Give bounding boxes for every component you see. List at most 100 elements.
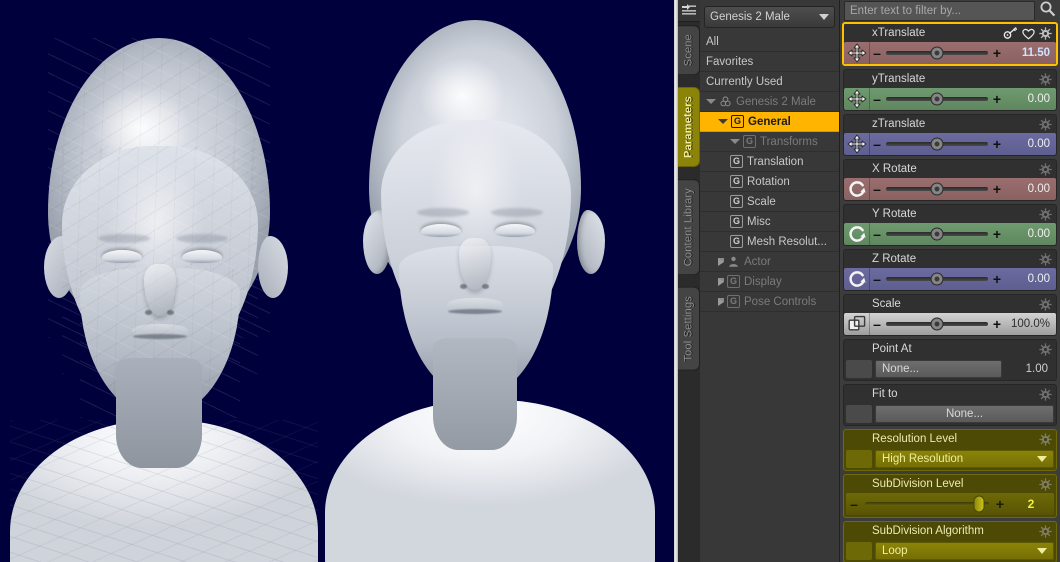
property-value[interactable]: 0.00 (1004, 228, 1056, 240)
tree-item-translation[interactable]: G Translation (700, 152, 839, 172)
slider-handle[interactable] (930, 92, 944, 106)
chevron-down-icon[interactable] (730, 139, 740, 144)
chevron-down-icon[interactable] (718, 119, 728, 124)
gear-icon[interactable] (1039, 117, 1052, 131)
property-value[interactable]: 0.00 (1004, 138, 1056, 150)
tree-item-pose-controls[interactable]: G Pose Controls (700, 292, 839, 312)
gear-icon[interactable] (1039, 524, 1052, 538)
increment-button[interactable]: + (990, 227, 1004, 241)
tree-item-actor[interactable]: Actor (700, 252, 839, 272)
increment-button[interactable]: + (990, 46, 1004, 60)
property-value[interactable]: 0.00 (1004, 183, 1056, 195)
decrement-button[interactable]: – (870, 227, 884, 241)
property-slider[interactable]: – +11.50 (844, 42, 1056, 64)
slider-track[interactable] (886, 92, 988, 106)
increment-button[interactable]: + (990, 182, 1004, 196)
point-at-selector[interactable]: None... (875, 360, 1002, 378)
chevron-right-icon[interactable] (718, 277, 724, 286)
fit-to-selector[interactable]: None... (875, 405, 1054, 423)
property-ztranslate[interactable]: zTranslate – +0.00 (843, 114, 1057, 156)
property-slider[interactable]: – +0.00 (844, 268, 1056, 290)
property-xtranslate[interactable]: xTranslate – +11.50 (842, 22, 1058, 66)
3d-viewport[interactable] (0, 0, 674, 562)
property-value[interactable]: 11.50 (1004, 47, 1056, 59)
tree-item-genesis-2-male[interactable]: Genesis 2 Male (700, 92, 839, 112)
property-ytranslate[interactable]: yTranslate – +0.00 (843, 69, 1057, 111)
property-resolution-level[interactable]: Resolution Level High Resolution (843, 429, 1057, 471)
tab-scene[interactable]: Scene (678, 25, 700, 76)
slider-handle[interactable] (930, 46, 944, 60)
increment-button[interactable]: + (990, 92, 1004, 106)
property-slider[interactable]: – +0.00 (844, 178, 1056, 200)
property-scale[interactable]: Scale – +100.0% (843, 294, 1057, 336)
property-value[interactable]: 2 (1008, 497, 1054, 511)
property-point-at[interactable]: Point At None... 1.00 (843, 339, 1057, 381)
chevron-right-icon[interactable] (718, 297, 724, 306)
tree-item-favorites[interactable]: Favorites (700, 52, 839, 72)
figure-selector-combo[interactable]: Genesis 2 Male (704, 6, 835, 28)
gear-icon[interactable] (1039, 26, 1052, 40)
increment-button[interactable]: + (992, 497, 1008, 511)
decrement-button[interactable]: – (870, 137, 884, 151)
property-z-rotate[interactable]: Z Rotate – +0.00 (843, 249, 1057, 291)
tree-item-currently-used[interactable]: Currently Used (700, 72, 839, 92)
gear-icon[interactable] (1039, 207, 1052, 221)
slider-track[interactable] (886, 272, 988, 286)
slider-track[interactable] (886, 137, 988, 151)
key-icon[interactable] (1003, 26, 1018, 41)
gear-icon[interactable] (1039, 297, 1052, 311)
property-subdivision-level[interactable]: SubDivision Level – +2 (843, 474, 1057, 518)
subdivision-algorithm-selector[interactable]: Loop (875, 542, 1054, 560)
tree-item-transforms[interactable]: G Transforms (700, 132, 839, 152)
panel-menu-icon[interactable] (678, 0, 700, 22)
decrement-button[interactable]: – (870, 46, 884, 60)
tree-item-misc[interactable]: G Misc (700, 212, 839, 232)
decrement-button[interactable]: – (846, 497, 862, 511)
tree-item-display[interactable]: G Display (700, 272, 839, 292)
decrement-button[interactable]: – (870, 182, 884, 196)
gear-icon[interactable] (1039, 252, 1052, 266)
search-icon[interactable] (1039, 0, 1056, 22)
low-resolution-head-model[interactable] (10, 38, 340, 562)
property-slider[interactable]: – +0.00 (844, 223, 1056, 245)
tree-item-scale[interactable]: G Scale (700, 192, 839, 212)
decrement-button[interactable]: – (870, 317, 884, 331)
tree-item-general[interactable]: G General (700, 112, 839, 132)
slider-handle[interactable] (930, 227, 944, 241)
chevron-right-icon[interactable] (718, 257, 724, 266)
property-value[interactable]: 0.00 (1004, 273, 1056, 285)
property-slider[interactable]: – +0.00 (844, 88, 1056, 110)
decrement-button[interactable]: – (870, 92, 884, 106)
tab-content-library[interactable]: Content Library (678, 179, 700, 276)
increment-button[interactable]: + (990, 317, 1004, 331)
resolution-level-selector[interactable]: High Resolution (875, 450, 1054, 468)
increment-button[interactable]: + (990, 272, 1004, 286)
slider-track[interactable] (865, 495, 989, 513)
slider-track[interactable] (886, 227, 988, 241)
tab-parameters[interactable]: Parameters (678, 87, 700, 168)
slider-handle[interactable] (930, 272, 944, 286)
subdivided-head-model[interactable] (325, 20, 670, 562)
slider-handle[interactable] (930, 182, 944, 196)
search-input[interactable] (844, 1, 1035, 21)
tree-item-mesh-resolut[interactable]: G Mesh Resolut... (700, 232, 839, 252)
property-slider[interactable]: – +0.00 (844, 133, 1056, 155)
tree-item-rotation[interactable]: G Rotation (700, 172, 839, 192)
property-value[interactable]: 1.00 (1002, 363, 1054, 375)
slider-track[interactable] (886, 182, 988, 196)
gear-icon[interactable] (1039, 387, 1052, 401)
property-value[interactable]: 0.00 (1004, 93, 1056, 105)
slider-handle[interactable] (930, 137, 944, 151)
property-slider[interactable]: – +100.0% (844, 313, 1056, 335)
decrement-button[interactable]: – (870, 272, 884, 286)
gear-icon[interactable] (1039, 432, 1052, 446)
gear-icon[interactable] (1039, 162, 1052, 176)
heart-icon[interactable] (1021, 26, 1036, 41)
slider-track[interactable] (886, 46, 988, 60)
increment-button[interactable]: + (990, 137, 1004, 151)
property-value[interactable]: 100.0% (1004, 318, 1056, 330)
subdivision-level-slider[interactable]: – +2 (846, 493, 1054, 515)
tree-item-all[interactable]: All (700, 32, 839, 52)
gear-icon[interactable] (1039, 72, 1052, 86)
chevron-down-icon[interactable] (706, 99, 716, 104)
